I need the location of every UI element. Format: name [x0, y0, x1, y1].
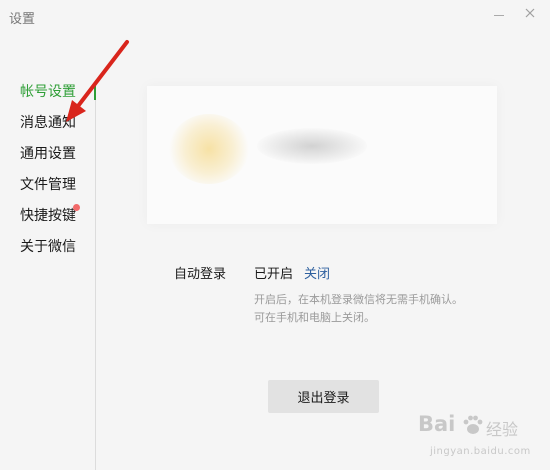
window-title: 设置 — [9, 12, 36, 27]
close-icon — [525, 8, 535, 18]
profile-card — [147, 86, 497, 224]
paw-icon — [463, 415, 483, 434]
active-indicator — [94, 84, 96, 100]
auto-login-disable-link[interactable]: 关闭 — [304, 263, 330, 282]
watermark-brand: Bai — [418, 412, 456, 436]
auto-login-hint-line-2: 可在手机和电脑上关闭。 — [254, 311, 375, 324]
auto-login-label: 自动登录 — [174, 267, 227, 282]
minimize-button[interactable] — [486, 2, 512, 24]
auto-login-status: 已开启 — [254, 267, 294, 282]
title-bar: 设置 — [0, 0, 550, 34]
avatar — [169, 114, 249, 184]
settings-window: 设置 帐号设置 消息通知 通用设置 文件管理 快捷按键 关于微信 自动登录 已开… — [0, 0, 550, 470]
close-button[interactable] — [517, 2, 543, 24]
sidebar-item-general[interactable]: 通用设置 — [20, 143, 76, 165]
sidebar-item-about[interactable]: 关于微信 — [20, 236, 76, 258]
sidebar-item-account[interactable]: 帐号设置 — [20, 81, 76, 103]
auto-login-hint-line-1: 开启后，在本机登录微信将无需手机确认。 — [254, 293, 463, 306]
sidebar-divider — [95, 92, 96, 470]
sidebar-item-files[interactable]: 文件管理 — [20, 174, 76, 196]
sidebar-item-notifications[interactable]: 消息通知 — [20, 112, 76, 134]
watermark-suffix: 经验 — [486, 420, 519, 439]
sidebar-item-shortcuts[interactable]: 快捷按键 — [20, 205, 76, 227]
logout-button[interactable]: 退出登录 — [268, 380, 379, 413]
watermark-url: jingyan.baidu.com — [430, 446, 531, 457]
auto-login-hint: 开启后，在本机登录微信将无需手机确认。 可在手机和电脑上关闭。 — [254, 291, 463, 327]
profile-name-blurred — [257, 128, 367, 164]
notification-badge — [73, 204, 80, 211]
minimize-icon — [494, 14, 504, 16]
